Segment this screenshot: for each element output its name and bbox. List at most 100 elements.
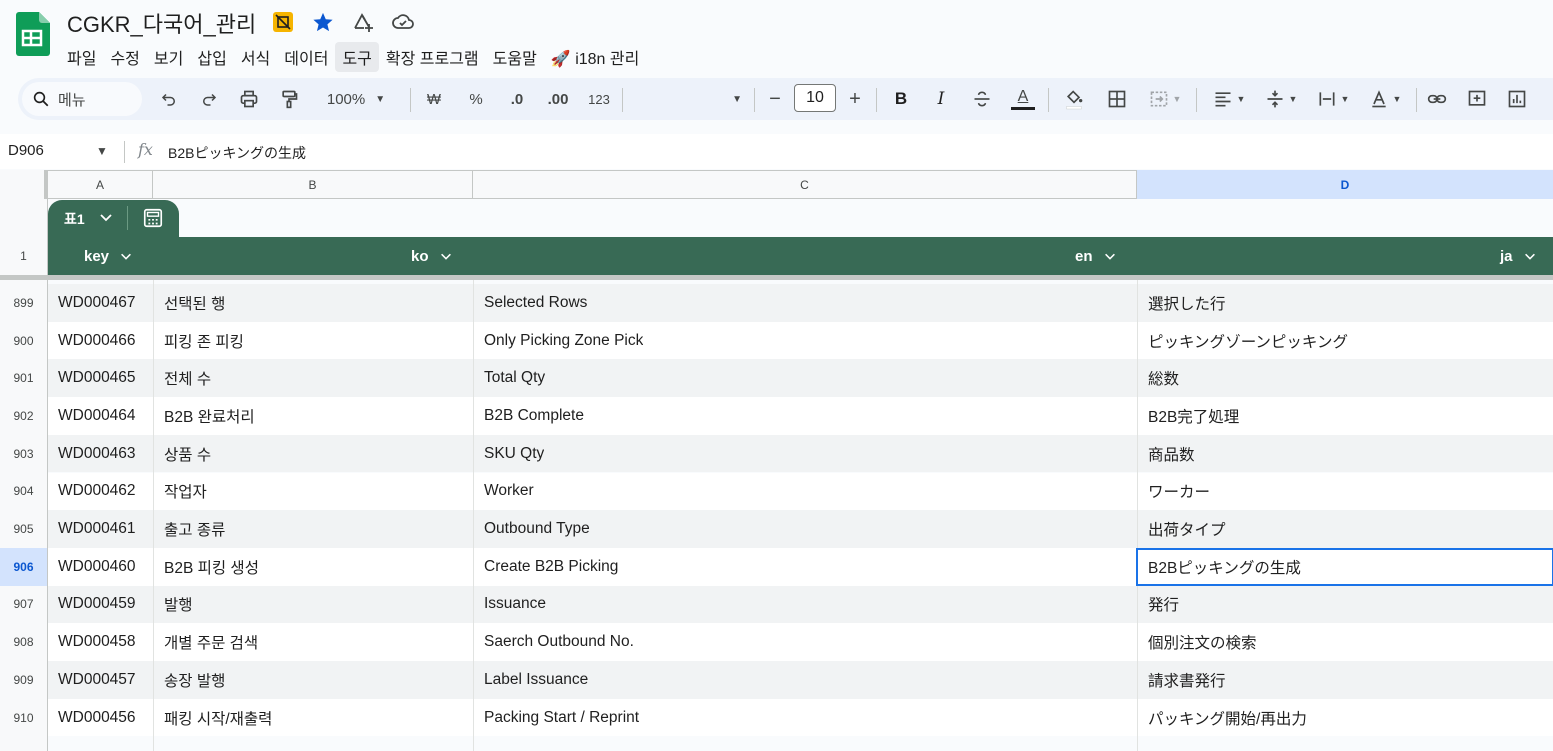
- text-color-button[interactable]: A: [1008, 78, 1038, 120]
- row-header[interactable]: 1: [0, 237, 47, 275]
- cell-key[interactable]: WD000459: [58, 586, 136, 624]
- menu-tools[interactable]: 도구: [335, 42, 379, 72]
- insert-comment-icon[interactable]: [1464, 78, 1490, 120]
- formula-input[interactable]: B2Bピッキングの生成: [168, 143, 306, 163]
- more-formats-button[interactable]: 123: [584, 78, 614, 120]
- strikethrough-icon[interactable]: [970, 78, 994, 120]
- table-header-ko[interactable]: ko: [411, 237, 453, 275]
- cell-en[interactable]: Packing Start / Reprint: [484, 699, 639, 737]
- cell-ko[interactable]: 전체 수: [164, 359, 211, 397]
- row-header[interactable]: 907: [0, 586, 47, 624]
- decrease-font-size-button[interactable]: −: [766, 78, 784, 120]
- cell-en[interactable]: Only Picking Zone Pick: [484, 322, 643, 360]
- font-family-select[interactable]: ▼: [632, 78, 742, 120]
- freeze-divider[interactable]: [0, 275, 1553, 280]
- cell-ko[interactable]: B2B 피킹 생성: [164, 548, 259, 586]
- row-header[interactable]: 899: [0, 284, 47, 322]
- cell-ja[interactable]: 請求書発行: [1148, 661, 1226, 699]
- column-header-d[interactable]: D: [1137, 170, 1553, 199]
- star-icon[interactable]: [311, 10, 335, 34]
- cell-en[interactable]: Create B2B Picking: [484, 548, 618, 586]
- font-size-input[interactable]: 10: [794, 84, 836, 112]
- row-header[interactable]: 904: [0, 473, 47, 511]
- cell-en[interactable]: SKU Qty: [484, 435, 544, 473]
- cell-key[interactable]: WD000466: [58, 322, 136, 360]
- cell-ko[interactable]: 송장 발행: [164, 661, 225, 699]
- vertical-align-icon[interactable]: ▼: [1258, 78, 1304, 120]
- cell-ja[interactable]: ピッキングゾーンピッキング: [1148, 322, 1348, 360]
- cell-key[interactable]: WD000456: [58, 699, 136, 737]
- cell-ja[interactable]: B2B完了処理: [1148, 397, 1239, 435]
- menu-format[interactable]: 서식: [234, 42, 277, 72]
- cell-ko[interactable]: B2B 완료처리: [164, 397, 255, 435]
- select-all-corner[interactable]: [0, 170, 48, 199]
- row-header[interactable]: 910: [0, 699, 47, 737]
- cell-ja[interactable]: パッキング開始/再出力: [1148, 699, 1307, 737]
- cell-en[interactable]: Issuance: [484, 586, 546, 624]
- undo-icon[interactable]: [156, 78, 182, 120]
- cell-ko[interactable]: 상품 수: [164, 435, 211, 473]
- cell-key[interactable]: WD000465: [58, 359, 136, 397]
- cell-en[interactable]: B2B Complete: [484, 397, 584, 435]
- cell-key[interactable]: WD000462: [58, 473, 136, 511]
- cell-ja[interactable]: 発行: [1148, 586, 1179, 624]
- borders-icon[interactable]: [1104, 78, 1130, 120]
- row-header[interactable]: 902: [0, 397, 47, 435]
- column-header-b[interactable]: B: [153, 170, 473, 199]
- calculator-icon[interactable]: [142, 207, 164, 229]
- cell-en[interactable]: Label Issuance: [484, 661, 588, 699]
- cell-ja[interactable]: ワーカー: [1148, 473, 1210, 511]
- insert-link-icon[interactable]: [1424, 78, 1450, 120]
- cell-en[interactable]: Outbound Type: [484, 510, 590, 548]
- cell-en[interactable]: Saerch Outbound No.: [484, 623, 634, 661]
- name-box[interactable]: D906: [8, 142, 44, 159]
- cell-ko[interactable]: 작업자: [164, 473, 207, 511]
- row-header[interactable]: 908: [0, 623, 47, 661]
- fill-color-icon[interactable]: [1060, 78, 1088, 120]
- cell-ko[interactable]: 개별 주문 검색: [164, 623, 258, 661]
- increase-font-size-button[interactable]: +: [846, 78, 864, 120]
- currency-format-button[interactable]: ₩: [422, 78, 446, 120]
- row-header[interactable]: 906: [0, 547, 47, 586]
- menu-edit[interactable]: 수정: [103, 42, 146, 72]
- merge-cells-icon[interactable]: ▼: [1142, 78, 1188, 120]
- cell-ko[interactable]: 선택된 행: [164, 284, 225, 322]
- cell-ja[interactable]: 個別注文の検索: [1148, 623, 1257, 661]
- increase-decimal-button[interactable]: .00: [540, 78, 576, 120]
- menu-search[interactable]: 메뉴: [22, 82, 142, 116]
- menu-data[interactable]: 데이터: [277, 42, 335, 72]
- text-rotation-icon[interactable]: ▼: [1362, 78, 1408, 120]
- cell-ko[interactable]: 출고 종류: [164, 510, 225, 548]
- chevron-down-icon[interactable]: ▼: [96, 144, 108, 158]
- row-header[interactable]: 905: [0, 510, 47, 548]
- italic-button[interactable]: I: [930, 78, 952, 120]
- cell-key[interactable]: WD000463: [58, 435, 136, 473]
- document-title[interactable]: CGKR_다국어_관리: [67, 7, 256, 39]
- cell-ko[interactable]: 피킹 존 피킹: [164, 322, 244, 360]
- cell-en[interactable]: Total Qty: [484, 359, 545, 397]
- cell-key[interactable]: WD000467: [58, 284, 136, 322]
- cell-ja[interactable]: 出荷タイプ: [1148, 510, 1226, 548]
- column-header-a[interactable]: A: [48, 170, 153, 199]
- insert-chart-icon[interactable]: [1504, 78, 1530, 120]
- cell-key[interactable]: WD000458: [58, 623, 136, 661]
- cell-ja[interactable]: 商品数: [1148, 435, 1195, 473]
- row-header[interactable]: 900: [0, 322, 47, 360]
- cell-en[interactable]: Worker: [484, 473, 534, 511]
- bold-button[interactable]: B: [890, 78, 912, 120]
- cell-key[interactable]: WD000457: [58, 661, 136, 699]
- redo-icon[interactable]: [196, 78, 222, 120]
- menu-file[interactable]: 파일: [60, 42, 103, 72]
- menu-view[interactable]: 보기: [147, 42, 190, 72]
- align-left-icon[interactable]: ▼: [1206, 78, 1252, 120]
- cell-ja[interactable]: 選択した行: [1148, 284, 1226, 322]
- menu-insert[interactable]: 삽입: [190, 42, 233, 72]
- menu-extensions[interactable]: 확장 프로그램: [379, 42, 486, 72]
- row-header[interactable]: 901: [0, 359, 47, 397]
- cell-ko[interactable]: 패킹 시작/재출력: [164, 699, 272, 737]
- print-icon[interactable]: [236, 78, 262, 120]
- column-header-c[interactable]: C: [473, 170, 1137, 199]
- table-header-en[interactable]: en: [1075, 237, 1117, 275]
- move-to-drive-icon[interactable]: [351, 10, 375, 34]
- zoom-select[interactable]: 100% ▼: [316, 78, 396, 120]
